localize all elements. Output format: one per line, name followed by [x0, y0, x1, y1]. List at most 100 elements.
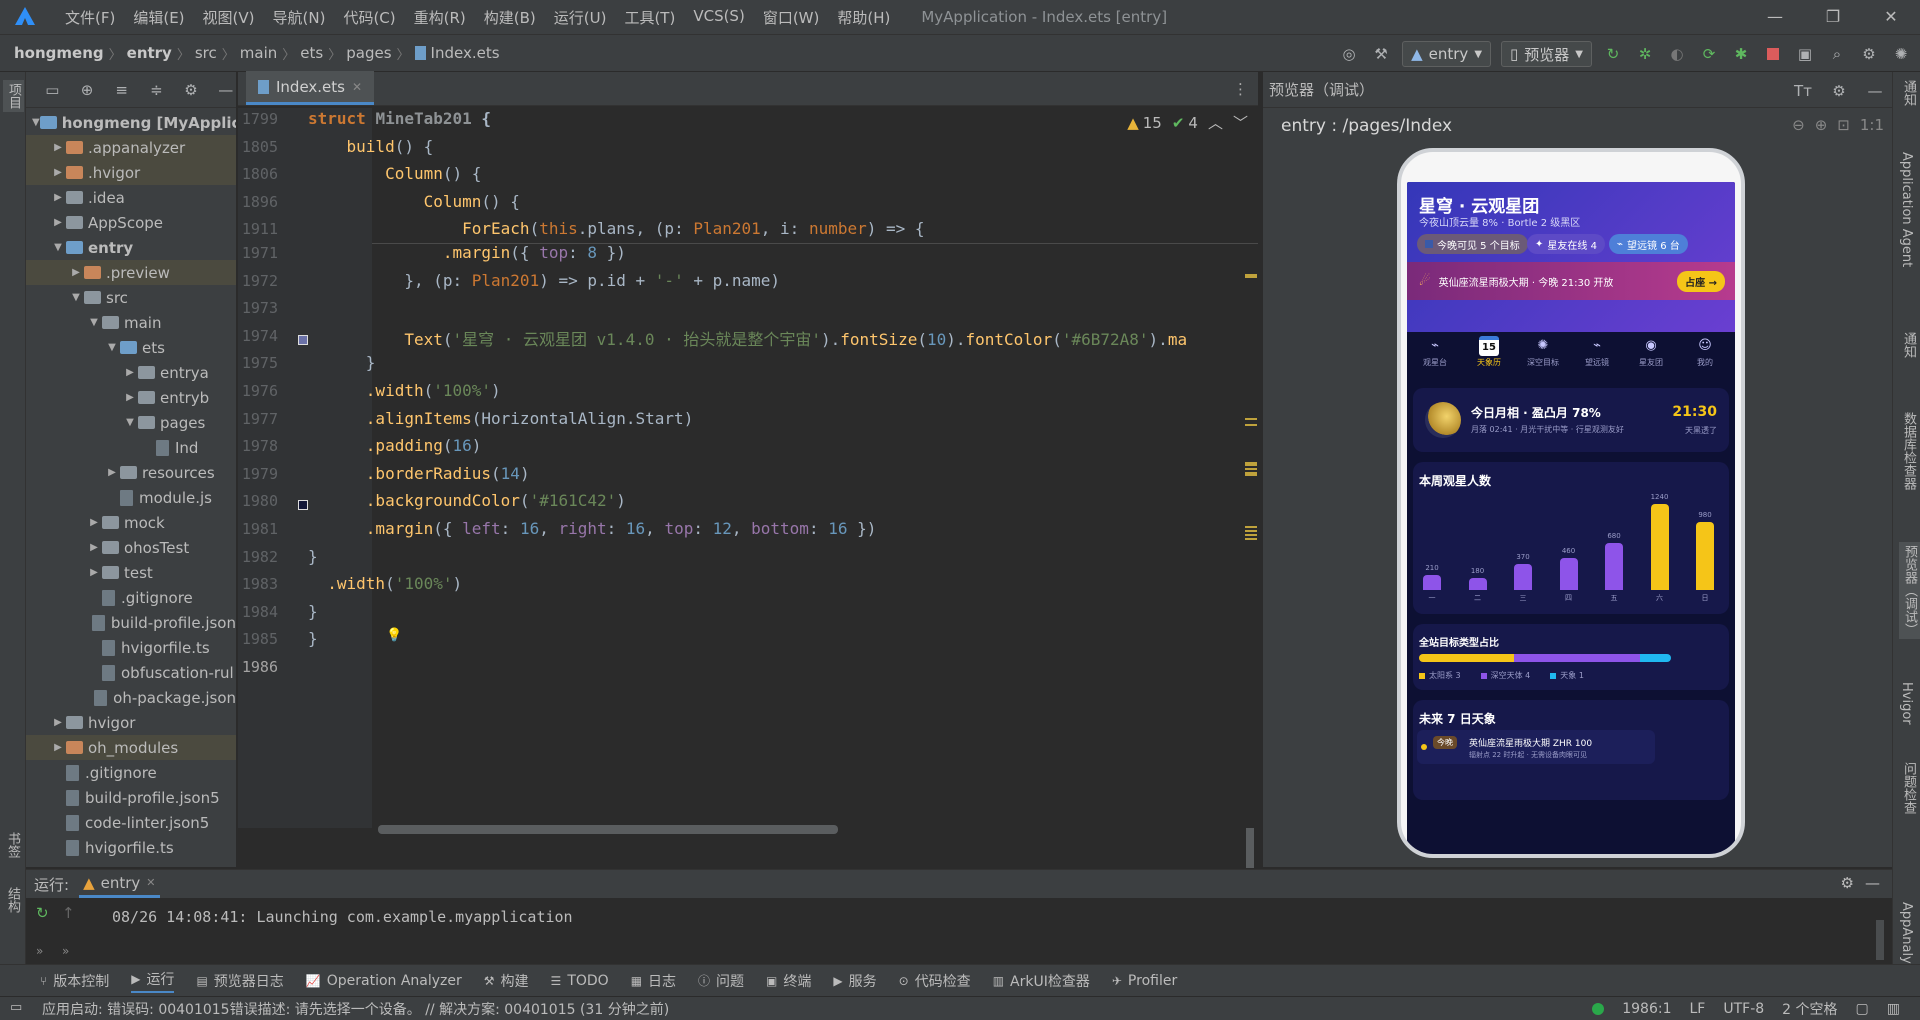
restore-button[interactable]: ❐	[1804, 0, 1862, 34]
app-nav-item[interactable]: ⌁ 望远镜	[1571, 336, 1623, 376]
tree-item[interactable]: ▶ entryb	[26, 385, 236, 410]
run-vertical-scrollbar[interactable]	[1876, 920, 1884, 960]
previous-highlight-icon[interactable]: ︿	[1208, 112, 1223, 133]
tree-item[interactable]: ▼ ets	[26, 335, 236, 360]
search-icon[interactable]: ⌕	[1826, 43, 1848, 65]
tree-item[interactable]: ▶ entrya	[26, 360, 236, 385]
attach-debugger-icon[interactable]: ◐	[1666, 43, 1688, 65]
expand-all-icon[interactable]: ≡	[111, 79, 132, 101]
reload-icon[interactable]: ⟳	[1698, 43, 1720, 65]
collapse-all-icon[interactable]: ≑	[146, 79, 167, 101]
tree-item[interactable]: ▶ AppScope	[26, 210, 236, 235]
chevron-down-icon[interactable]: ▼	[68, 292, 84, 303]
font-size-icon[interactable]: Tт	[1792, 80, 1814, 102]
app-nav-item[interactable]: 15 天象历	[1463, 336, 1515, 376]
tool-window-profiler[interactable]: ✈ Profiler	[1112, 973, 1177, 989]
indexing-icon[interactable]	[1592, 1003, 1605, 1015]
more-tabs-icon[interactable]: ⋮	[1233, 80, 1248, 98]
tree-item[interactable]: ▼ pages	[26, 410, 236, 435]
menu-item[interactable]: 工具(T)	[615, 7, 684, 28]
menu-item[interactable]: VCS(S)	[684, 7, 753, 28]
run-tab[interactable]: ▲ entry ✕	[79, 870, 160, 898]
menu-item[interactable]: 导航(N)	[264, 7, 335, 28]
lightbulb-icon[interactable]: 💡	[386, 628, 402, 643]
tree-item[interactable]: module.js	[26, 485, 236, 510]
chip-visible-targets[interactable]: 今晚可见 5 个目标	[1417, 234, 1528, 254]
tool-window-log[interactable]: ▤ 预览器日志	[196, 971, 283, 991]
project-view-icon[interactable]: ▭	[42, 79, 63, 101]
hide-previewer-icon[interactable]: —	[1864, 80, 1886, 102]
tree-item[interactable]: ▶ ohosTest	[26, 535, 236, 560]
device-select[interactable]: ▯ 预览器 ▼	[1501, 41, 1592, 67]
tree-item[interactable]: ▶ .hvigor	[26, 160, 236, 185]
tree-item[interactable]: Ind	[26, 435, 236, 460]
minimize-button[interactable]: —	[1746, 0, 1804, 34]
zoom-out-icon[interactable]: ⊖	[1792, 116, 1805, 134]
more-icon-2[interactable]: »	[62, 944, 69, 958]
tool-window-chart[interactable]: 📈 Operation Analyzer	[306, 973, 462, 989]
sticky-code-line[interactable]: ForEach(this.plans, (p: Plan201, i: numb…	[308, 219, 924, 238]
line-separator[interactable]: LF	[1690, 1001, 1706, 1017]
reserve-seat-button[interactable]: 占座 →	[1677, 271, 1725, 292]
tree-item[interactable]: ▶ hvigor	[26, 710, 236, 735]
device-manager-icon[interactable]: ▣	[1794, 43, 1816, 65]
settings-icon[interactable]: ⚙	[1858, 43, 1880, 65]
event-item[interactable]: 今晚 英仙座流星雨极大期 ZHR 100 辐射点 22 时升起 · 无需设备肉眼…	[1417, 730, 1655, 764]
sticky-code-line[interactable]: build() {	[308, 137, 434, 156]
tool-window-arkui[interactable]: ▥ ArkUI检查器	[993, 971, 1090, 991]
notice-tool-tab[interactable]: 通知	[1899, 332, 1918, 358]
chevron-right-icon[interactable]: ▶	[50, 717, 66, 728]
tool-window-inspect[interactable]: ⊙ 代码检查	[899, 971, 971, 991]
sticky-code-line[interactable]: Column() {	[308, 192, 520, 211]
tree-item[interactable]: ▼ main	[26, 310, 236, 335]
chevron-right-icon[interactable]: ▶	[50, 742, 66, 753]
tree-item[interactable]: ▶ .appanalyzer	[26, 135, 236, 160]
structure-tool-tab[interactable]: 结构	[3, 887, 22, 913]
tree-item[interactable]: .gitignore	[26, 585, 236, 610]
chevron-right-icon[interactable]: ▶	[86, 542, 102, 553]
chevron-right-icon[interactable]: ▶	[50, 167, 66, 178]
tool-window-play[interactable]: ▶ 服务	[833, 971, 876, 991]
appanalyzer-tool-tab[interactable]: AppAnalyz	[1899, 902, 1914, 971]
run-settings-icon[interactable]: ⚙	[1841, 874, 1854, 892]
chevron-right-icon[interactable]: ▶	[122, 367, 138, 378]
indent-setting[interactable]: 2 个空格	[1782, 999, 1837, 1019]
chip-telescopes[interactable]: ⌁ 望远镜 6 台	[1609, 234, 1688, 254]
previewer-tool-tab[interactable]: 预览器（调试）	[1899, 542, 1920, 639]
tree-item[interactable]: ▶ test	[26, 560, 236, 585]
locate-icon[interactable]: ⊕	[77, 79, 98, 101]
chevron-down-icon[interactable]: ▼	[122, 417, 138, 428]
menu-item[interactable]: 文件(F)	[56, 7, 124, 28]
app-nav-item[interactable]: ⌁ 观星台	[1409, 336, 1461, 376]
tool-window-vcs[interactable]: ⑂ 版本控制	[40, 971, 109, 991]
chevron-down-icon[interactable]: ▼	[86, 317, 102, 328]
tree-item[interactable]: ▼ hongmeng [MyApplic	[26, 110, 236, 135]
tree-item[interactable]: .gitignore	[26, 760, 236, 785]
profile-icon[interactable]: ✱	[1730, 43, 1752, 65]
menu-item[interactable]: 编辑(E)	[124, 7, 193, 28]
application-agent-tool-tab[interactable]: Application Agent	[1899, 152, 1914, 267]
bookmarks-tool-tab[interactable]: 书签	[3, 832, 22, 858]
close-window-button[interactable]: ✕	[1862, 0, 1920, 34]
status-message[interactable]: 应用启动: 错误码: 00401015错误描述: 请先选择一个设备。 // 解决…	[42, 999, 669, 1019]
more-icon[interactable]: »	[36, 944, 43, 958]
menu-item[interactable]: 帮助(H)	[828, 7, 899, 28]
menu-item[interactable]: 窗口(W)	[754, 7, 829, 28]
tree-item[interactable]: oh-package.json	[26, 685, 236, 710]
chevron-right-icon[interactable]: ▶	[68, 267, 84, 278]
problem-check-tool-tab[interactable]: 问题检查	[1899, 762, 1918, 814]
tree-item[interactable]: ▶ .preview	[26, 260, 236, 285]
breadcrumb-entry[interactable]: entry	[127, 44, 172, 62]
run-config-select[interactable]: ▲ entry ▼	[1402, 41, 1492, 67]
event-banner[interactable]: ☄ 英仙座流星雨极大期 · 今晚 21:30 开放 占座 →	[1407, 262, 1735, 300]
tool-window-info[interactable]: ⓘ 问题	[698, 971, 744, 991]
chevron-right-icon[interactable]: ▶	[50, 217, 66, 228]
tree-item[interactable]: hvigorfile.ts	[26, 635, 236, 660]
chevron-right-icon[interactable]: ▶	[50, 142, 66, 153]
tree-item[interactable]: ▶ oh_modules	[26, 735, 236, 760]
chevron-right-icon[interactable]: ▶	[86, 517, 102, 528]
project-tool-tab[interactable]: 项目	[3, 80, 24, 112]
menu-item[interactable]: 代码(C)	[334, 7, 404, 28]
tree-item[interactable]: code-linter.json5	[26, 810, 236, 835]
menu-item[interactable]: 运行(U)	[545, 7, 616, 28]
